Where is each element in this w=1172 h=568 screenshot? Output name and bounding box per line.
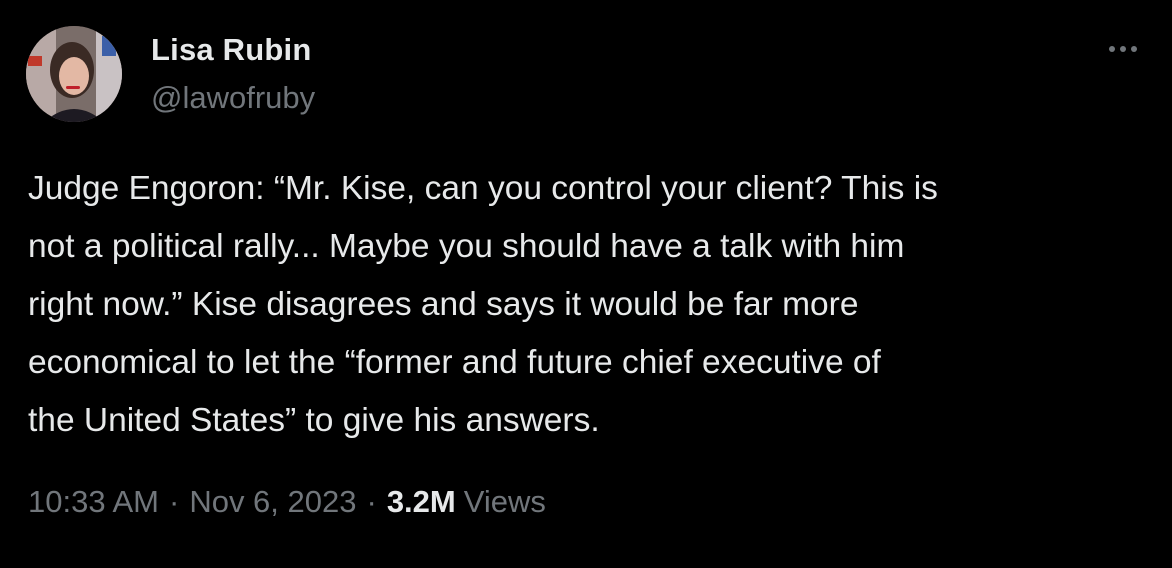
more-options-button[interactable] xyxy=(1100,36,1146,62)
tweet-meta: 10:33 AM · Nov 6, 2023 · 3.2M Views xyxy=(28,484,546,520)
tweet-time[interactable]: 10:33 AM xyxy=(28,484,159,520)
more-horizontal-icon xyxy=(1120,46,1126,52)
author-name[interactable]: Lisa Rubin xyxy=(151,32,311,68)
tweet-card: Lisa Rubin @lawofruby Judge Engoron: “Mr… xyxy=(0,0,1172,568)
more-horizontal-icon xyxy=(1131,46,1137,52)
avatar[interactable] xyxy=(26,26,122,122)
meta-separator: · xyxy=(168,484,180,519)
more-horizontal-icon xyxy=(1109,46,1115,52)
author-handle[interactable]: @lawofruby xyxy=(151,80,315,116)
views-count: 3.2M xyxy=(386,484,456,519)
avatar-image xyxy=(26,26,122,122)
meta-separator: · xyxy=(366,484,377,519)
views-label: Views xyxy=(463,484,546,519)
tweet-date[interactable]: Nov 6, 2023 xyxy=(189,484,356,520)
tweet-text: Judge Engoron: “Mr. Kise, can you contro… xyxy=(28,170,938,439)
